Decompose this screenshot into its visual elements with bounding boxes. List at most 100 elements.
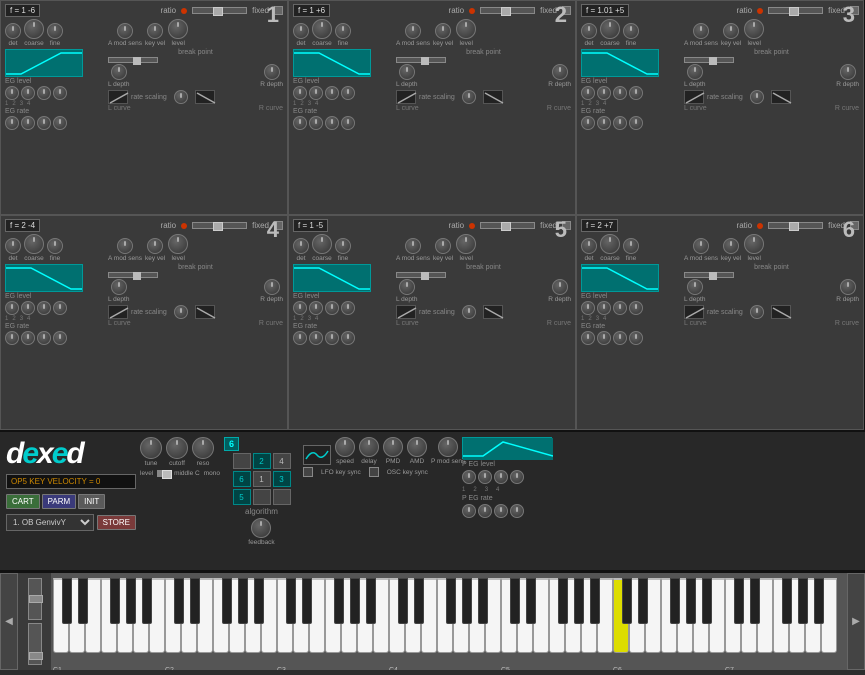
- pmd-knob[interactable]: [383, 437, 403, 457]
- black-key-4-0[interactable]: [510, 578, 520, 624]
- black-key-1-0[interactable]: [174, 578, 184, 624]
- op-4-eg-level-3[interactable]: [37, 301, 51, 315]
- op-3-ratio-slider[interactable]: [768, 7, 823, 14]
- black-key-4-1[interactable]: [526, 578, 536, 624]
- fine-knob-1[interactable]: [47, 23, 63, 39]
- op-4-bp-track[interactable]: [108, 272, 158, 278]
- black-key-3-0[interactable]: [398, 578, 408, 624]
- op-1-eg-level-1[interactable]: [5, 86, 19, 100]
- r-depth-knob-6[interactable]: [840, 279, 856, 295]
- black-key-6-3[interactable]: [798, 578, 808, 624]
- peg-rate-3[interactable]: [494, 504, 508, 518]
- r-depth-knob-5[interactable]: [552, 279, 568, 295]
- black-key-2-3[interactable]: [350, 578, 360, 624]
- rate-scale-knob-2[interactable]: [462, 90, 476, 104]
- det-knob-1[interactable]: [5, 23, 21, 39]
- algo-cell-0[interactable]: [233, 453, 251, 469]
- peg-level-1[interactable]: [462, 470, 476, 484]
- peg-level-3[interactable]: [494, 470, 508, 484]
- rate-scale-knob-1[interactable]: [174, 90, 188, 104]
- op-3-bp-track[interactable]: [684, 57, 734, 63]
- algo-cell-6[interactable]: 5: [233, 489, 251, 505]
- black-key-6-0[interactable]: [734, 578, 744, 624]
- osc-key-sync-checkbox[interactable]: [369, 467, 379, 477]
- algo-cell-3[interactable]: 6: [233, 471, 251, 487]
- algo-cell-1[interactable]: 2: [253, 453, 271, 469]
- op-6-eg-level-4[interactable]: [629, 301, 643, 315]
- r-depth-knob-4[interactable]: [264, 279, 280, 295]
- black-key-1-3[interactable]: [238, 578, 248, 624]
- lfo-key-sync-checkbox[interactable]: [303, 467, 313, 477]
- key-vel-knob-3[interactable]: [723, 23, 739, 39]
- l-depth-knob-3[interactable]: [687, 64, 703, 80]
- rate-scale-knob-4[interactable]: [174, 305, 188, 319]
- black-key-4-2[interactable]: [558, 578, 568, 624]
- fine-knob-5[interactable]: [335, 238, 351, 254]
- coarse-knob-3[interactable]: [600, 19, 620, 39]
- level-knob-5[interactable]: [456, 234, 476, 254]
- level-knob-6[interactable]: [744, 234, 764, 254]
- op-6-eg-level-2[interactable]: [597, 301, 611, 315]
- a-mod-sens-knob-1[interactable]: [117, 23, 133, 39]
- black-key-0-1[interactable]: [78, 578, 88, 624]
- coarse-knob-5[interactable]: [312, 234, 332, 254]
- black-key-3-3[interactable]: [462, 578, 472, 624]
- black-key-0-2[interactable]: [110, 578, 120, 624]
- op-4-eg-level-1[interactable]: [5, 301, 19, 315]
- op-4-eg-rate-1[interactable]: [5, 331, 19, 345]
- peg-rate-4[interactable]: [510, 504, 524, 518]
- l-depth-knob-4[interactable]: [111, 279, 127, 295]
- op-2-eg-level-3[interactable]: [325, 86, 339, 100]
- mod-slider[interactable]: [28, 623, 42, 665]
- lfo-delay-knob[interactable]: [359, 437, 379, 457]
- op-4-eg-rate-3[interactable]: [37, 331, 51, 345]
- a-mod-sens-knob-4[interactable]: [117, 238, 133, 254]
- op-6-eg-level-1[interactable]: [581, 301, 595, 315]
- op-3-eg-level-2[interactable]: [597, 86, 611, 100]
- op-2-eg-level-2[interactable]: [309, 86, 323, 100]
- key-vel-knob-5[interactable]: [435, 238, 451, 254]
- black-key-0-0[interactable]: [62, 578, 72, 624]
- cutoff-knob[interactable]: [166, 437, 188, 459]
- peg-level-4[interactable]: [510, 470, 524, 484]
- black-key-5-4[interactable]: [702, 578, 712, 624]
- black-key-1-1[interactable]: [190, 578, 200, 624]
- op-2-eg-rate-1[interactable]: [293, 116, 307, 130]
- algo-cell-4[interactable]: 1: [253, 471, 271, 487]
- l-depth-knob-6[interactable]: [687, 279, 703, 295]
- op-2-bp-track[interactable]: [396, 57, 446, 63]
- op-2-ratio-slider[interactable]: [480, 7, 535, 14]
- op-3-eg-rate-4[interactable]: [629, 116, 643, 130]
- op-5-eg-rate-3[interactable]: [325, 331, 339, 345]
- op-4-eg-level-2[interactable]: [21, 301, 35, 315]
- black-key-5-0[interactable]: [622, 578, 632, 624]
- coarse-knob-6[interactable]: [600, 234, 620, 254]
- op-5-bp-track[interactable]: [396, 272, 446, 278]
- op-4-eg-rate-2[interactable]: [21, 331, 35, 345]
- level-knob-2[interactable]: [456, 19, 476, 39]
- lfo-speed-knob[interactable]: [335, 437, 355, 457]
- op-2-eg-rate-3[interactable]: [325, 116, 339, 130]
- det-knob-3[interactable]: [581, 23, 597, 39]
- black-key-1-2[interactable]: [222, 578, 232, 624]
- a-mod-sens-knob-2[interactable]: [405, 23, 421, 39]
- tune-knob[interactable]: [140, 437, 162, 459]
- scroll-right-button[interactable]: ▶: [847, 573, 865, 670]
- peg-rate-1[interactable]: [462, 504, 476, 518]
- rate-scale-knob-6[interactable]: [750, 305, 764, 319]
- op-1-eg-rate-2[interactable]: [21, 116, 35, 130]
- op-2-eg-level-4[interactable]: [341, 86, 355, 100]
- feedback-knob[interactable]: [251, 518, 271, 538]
- parm-button[interactable]: PARM: [42, 494, 77, 509]
- op-6-eg-rate-1[interactable]: [581, 331, 595, 345]
- det-knob-4[interactable]: [5, 238, 21, 254]
- op-6-ratio-slider[interactable]: [768, 222, 823, 229]
- a-mod-sens-knob-5[interactable]: [405, 238, 421, 254]
- fine-knob-3[interactable]: [623, 23, 639, 39]
- op-5-eg-rate-1[interactable]: [293, 331, 307, 345]
- op-2-eg-rate-2[interactable]: [309, 116, 323, 130]
- cart-button[interactable]: CART: [6, 494, 40, 509]
- op-5-eg-rate-2[interactable]: [309, 331, 323, 345]
- op-3-eg-level-1[interactable]: [581, 86, 595, 100]
- op-1-eg-level-3[interactable]: [37, 86, 51, 100]
